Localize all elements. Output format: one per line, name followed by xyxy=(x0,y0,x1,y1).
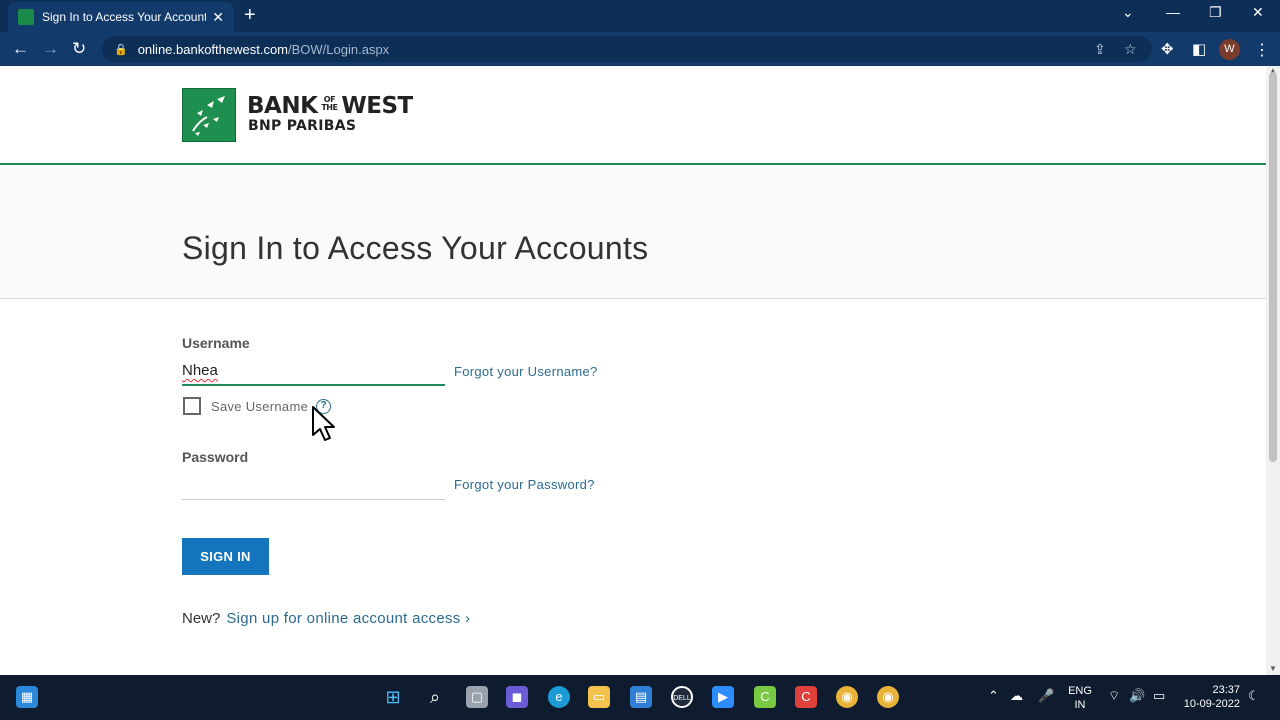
url-host: online.bankofthewest.com xyxy=(137,41,289,57)
username-input[interactable] xyxy=(182,356,445,386)
tab-title: Sign In to Access Your Accounts xyxy=(42,10,207,24)
language-code: ENG xyxy=(1068,685,1092,697)
widgets-icon[interactable]: ▦ xyxy=(16,686,38,708)
microphone-icon[interactable]: 🎤 xyxy=(1038,689,1054,703)
extensions-puzzle-icon[interactable]: ✥ xyxy=(1161,40,1174,58)
page-title: Sign In to Access Your Accounts xyxy=(182,230,649,266)
chrome-profile-n-icon[interactable]: ◉ xyxy=(836,686,858,708)
browser-tab[interactable]: Sign In to Access Your Accounts ✕ xyxy=(8,2,234,32)
new-prefix: New? xyxy=(182,610,221,627)
minimize-icon[interactable]: — xyxy=(1166,4,1180,20)
restore-icon[interactable]: ❐ xyxy=(1209,4,1222,21)
notifications-icon[interactable]: ☾ xyxy=(1248,689,1260,703)
reload-icon[interactable]: ↻ xyxy=(72,39,86,59)
dell-icon[interactable]: DELL xyxy=(671,686,693,708)
signup-link[interactable]: Sign up for online account access › xyxy=(226,610,470,627)
save-username-checkbox[interactable] xyxy=(183,397,201,415)
browser-toolbar: ← → ↻ 🔒 online.bankofthewest.com/BOW/Log… xyxy=(0,32,1280,66)
edge-browser-icon[interactable]: e xyxy=(548,686,570,708)
site-favicon-icon xyxy=(18,9,34,25)
username-label: Username xyxy=(182,335,250,351)
clock[interactable]: 23:37 10-09-2022 xyxy=(1180,683,1240,711)
tab-close-icon[interactable]: ✕ xyxy=(212,9,224,26)
username-value[interactable]: Nhea xyxy=(182,362,218,379)
brand-of-the: OF THE xyxy=(321,95,338,112)
new-tab-icon[interactable]: + xyxy=(244,5,256,25)
tab-search-chevron-icon[interactable]: ⌄ xyxy=(1122,4,1134,21)
clock-time: 23:37 xyxy=(1212,684,1240,696)
clock-date: 10-09-2022 xyxy=(1183,698,1240,710)
store-icon[interactable]: ▤ xyxy=(630,686,652,708)
save-username-label[interactable]: Save Username xyxy=(211,399,308,414)
side-panel-icon[interactable]: ◧ xyxy=(1192,40,1206,58)
file-explorer-icon[interactable]: ▭ xyxy=(588,686,610,708)
brand-bank: BANK xyxy=(247,93,318,119)
language-region: IN xyxy=(1074,699,1086,711)
password-input[interactable] xyxy=(182,470,445,500)
task-view-icon[interactable]: ▢ xyxy=(466,686,488,708)
chrome-profile-w-icon[interactable]: ◉ xyxy=(877,686,899,708)
lock-icon[interactable]: 🔒 xyxy=(114,43,128,56)
profile-avatar[interactable]: W xyxy=(1219,39,1240,60)
sign-in-button[interactable]: SIGN IN xyxy=(182,538,269,575)
os-taskbar: ▦ ⊞ ⌕ ▢ ◼ e ▭ ▤ DELL ▶ C C ◉ ◉ ⌃ ☁ 🎤 ENG… xyxy=(0,675,1280,720)
teams-chat-icon[interactable]: ◼ xyxy=(506,686,528,708)
camtasia-red-icon[interactable]: C xyxy=(795,686,817,708)
brand-name: BANK OF THE WEST xyxy=(247,94,413,118)
wifi-icon[interactable]: ⌔ xyxy=(1108,689,1120,703)
language-indicator[interactable]: ENG IN xyxy=(1066,684,1094,712)
forward-arrow-icon[interactable]: → xyxy=(42,39,59,59)
volume-icon[interactable]: 🔊 xyxy=(1129,689,1145,703)
brand-subtitle: BNP PARIBAS xyxy=(248,118,357,134)
page-content: BANK OF THE WEST BNP PARIBAS Sign In to Ac… xyxy=(0,66,1266,675)
site-header: BANK OF THE WEST BNP PARIBAS xyxy=(0,66,1266,165)
mouse-cursor-icon xyxy=(312,406,335,441)
zoom-icon[interactable]: ▶ xyxy=(712,686,734,708)
onedrive-icon[interactable]: ☁ xyxy=(1010,689,1023,703)
browser-tab-bar: Sign In to Access Your Accounts ✕ + ⌄ — … xyxy=(0,0,1280,32)
brand-west: WEST xyxy=(341,93,413,119)
tray-overflow-icon[interactable]: ⌃ xyxy=(988,689,999,703)
share-icon[interactable]: ⇪ xyxy=(1094,41,1106,58)
browser-menu-icon[interactable]: ⋮ xyxy=(1254,40,1270,60)
forgot-username-link[interactable]: Forgot your Username? xyxy=(454,364,598,379)
address-bar[interactable]: 🔒 online.bankofthewest.com/BOW/Login.asp… xyxy=(102,36,1152,62)
forgot-password-link[interactable]: Forgot your Password? xyxy=(454,477,595,492)
search-icon[interactable]: ⌕ xyxy=(424,686,446,708)
camtasia-green-icon[interactable]: C xyxy=(754,686,776,708)
scrollbar-thumb[interactable] xyxy=(1269,72,1277,462)
window-close-icon[interactable]: ✕ xyxy=(1252,4,1264,21)
page-scrollbar[interactable]: ▲ ▼ xyxy=(1266,66,1280,675)
bookmark-star-icon[interactable]: ☆ xyxy=(1124,41,1137,58)
back-arrow-icon[interactable]: ← xyxy=(12,39,29,59)
signup-row: New? Sign up for online account access › xyxy=(182,610,470,627)
start-windows-icon[interactable]: ⊞ xyxy=(382,686,404,708)
url-path: /BOW/Login.aspx xyxy=(288,41,390,57)
hero-banner: Sign In to Access Your Accounts xyxy=(0,167,1266,299)
scroll-down-icon[interactable]: ▼ xyxy=(1269,664,1277,673)
bank-logo-icon[interactable] xyxy=(182,88,236,142)
password-label: Password xyxy=(182,449,249,465)
battery-icon[interactable]: ▭ xyxy=(1153,689,1165,703)
